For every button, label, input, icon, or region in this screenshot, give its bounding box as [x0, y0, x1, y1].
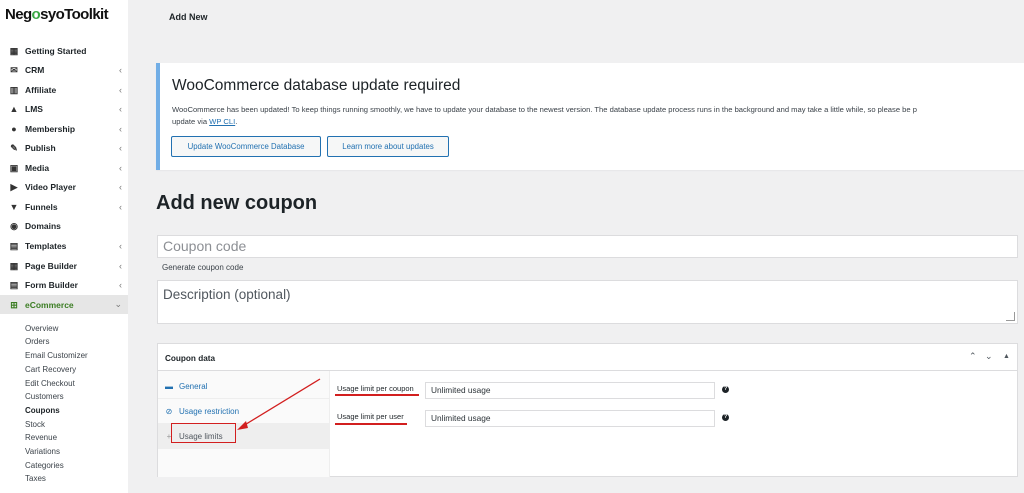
chevron-left-icon: ‹ [119, 240, 122, 251]
sidebar-item-lms[interactable]: ▲ LMS ‹ [0, 99, 128, 118]
ban-icon: ⊘ [165, 406, 173, 416]
sidebar-item-media[interactable]: ▣ Media ‹ [0, 158, 128, 177]
submenu-coupons[interactable]: Coupons [25, 406, 60, 415]
sidebar-item-funnels[interactable]: ▼ Funnels ‹ [0, 197, 128, 216]
chevron-left-icon: ‹ [119, 64, 122, 75]
sidebar-item-affiliate[interactable]: ▥ Affiliate ‹ [0, 80, 128, 99]
graduation-cap-icon: ▲ [9, 103, 19, 114]
submenu-edit-checkout[interactable]: Edit Checkout [25, 379, 75, 388]
generate-coupon-link[interactable]: Generate coupon code [162, 263, 243, 272]
chart-icon: ▥ [9, 84, 19, 95]
sidebar-item-templates[interactable]: ▤ Templates ‹ [0, 236, 128, 255]
media-icon: ▣ [9, 162, 19, 173]
chevron-left-icon: ‹ [119, 260, 122, 271]
submenu-categories[interactable]: Categories [25, 461, 64, 470]
sidebar-item-membership[interactable]: ● Membership ‹ [0, 119, 128, 138]
chevron-left-icon: ‹ [119, 84, 122, 95]
chevron-left-icon: ‹ [119, 201, 122, 212]
usage-limit-per-coupon-label: Usage limit per coupon [337, 384, 414, 393]
description-textarea[interactable]: Description (optional) [157, 280, 1018, 324]
pin-icon: ✎ [10, 142, 18, 153]
learn-more-button[interactable]: Learn more about updates [327, 136, 449, 157]
grid-icon: ▦ [9, 45, 19, 56]
topbar-title: Add New [169, 12, 208, 22]
play-icon: ▶ [10, 181, 18, 192]
sidebar-item-form-builder[interactable]: ▤ Form Builder ‹ [0, 275, 128, 294]
coupon-data-title: Coupon data [165, 354, 216, 363]
chevron-left-icon: ‹ [119, 279, 122, 290]
submenu-variations[interactable]: Variations [25, 447, 60, 456]
form-icon: ▤ [9, 279, 19, 290]
submenu-revenue[interactable]: Revenue [25, 433, 57, 442]
chevron-up-icon[interactable]: ⌃ [969, 351, 977, 362]
submenu-taxes[interactable]: Taxes [25, 474, 46, 483]
submenu-cart-recovery[interactable]: Cart Recovery [25, 365, 76, 374]
usage-limit-per-user-label: Usage limit per user [337, 412, 404, 421]
sidebar-item-crm[interactable]: ✉ CRM ‹ [0, 60, 128, 79]
chevron-left-icon: ‹ [119, 123, 122, 134]
sidebar-item-domains[interactable]: ◉ Domains [0, 216, 128, 235]
basket-icon: ⊞ [10, 299, 18, 310]
globe-icon: ◉ [10, 220, 18, 231]
layout-icon: ▦ [9, 260, 19, 271]
ticket-icon: ▬ [165, 381, 173, 391]
submenu-email-customizer[interactable]: Email Customizer [25, 351, 88, 360]
help-icon[interactable]: ? [722, 414, 729, 421]
chevron-left-icon: ‹ [119, 162, 122, 173]
chevron-left-icon: ‹ [119, 181, 122, 192]
funnel-icon: ▼ [9, 201, 19, 212]
highlight-underline [335, 423, 407, 425]
chevron-left-icon: ‹ [119, 142, 122, 153]
page-title: Add new coupon [156, 192, 318, 214]
sidebar-item-publish[interactable]: ✎ Publish ‹ [0, 138, 128, 157]
admin-sidebar: NegosyoToolkit ▦ Getting Started ✉ CRM ‹ ▥ A… [0, 0, 128, 493]
coupon-data-header: Coupon data ⌃ ⌄ ▲ [158, 344, 1017, 371]
chevron-left-icon: ‹ [119, 103, 122, 114]
highlight-underline [335, 394, 419, 396]
chevron-down-icon: ⌄ [114, 299, 122, 309]
template-icon: ▤ [9, 240, 19, 251]
submenu-overview[interactable]: Overview [25, 324, 58, 333]
submenu-stock[interactable]: Stock [25, 420, 45, 429]
usage-limit-per-coupon-input[interactable]: Unlimited usage [425, 382, 715, 399]
coupon-code-input[interactable]: Coupon code [157, 235, 1018, 258]
mail-icon: ✉ [10, 64, 18, 75]
brand-logo[interactable]: NegosyoToolkit [5, 6, 109, 23]
tab-usage-restriction[interactable]: ⊘ Usage restriction [158, 399, 330, 424]
collapse-toggle-icon[interactable]: ▲ [1003, 353, 1010, 360]
submenu-orders[interactable]: Orders [25, 337, 49, 346]
users-icon: ● [11, 123, 17, 134]
chevron-down-icon[interactable]: ⌄ [985, 351, 993, 362]
resize-handle-icon[interactable] [1006, 312, 1015, 321]
submenu-customers[interactable]: Customers [25, 392, 64, 401]
usage-limit-per-user-input[interactable]: Unlimited usage [425, 410, 715, 427]
tab-general[interactable]: ▬ General [158, 374, 330, 399]
sidebar-item-ecommerce[interactable]: ⊞ eCommerce ⌄ [0, 295, 128, 314]
notice-title: WooCommerce database update required [172, 77, 461, 94]
sidebar-item-getting-started[interactable]: ▦ Getting Started [0, 41, 128, 60]
sidebar-item-page-builder[interactable]: ▦ Page Builder ‹ [0, 256, 128, 275]
update-database-button[interactable]: Update WooCommerce Database [171, 136, 321, 157]
notice-body: WooCommerce has been updated! To keep th… [172, 105, 917, 126]
help-icon[interactable]: ? [722, 386, 729, 393]
highlight-box [171, 423, 236, 443]
wp-cli-link[interactable]: WP CLI [209, 117, 235, 126]
sidebar-item-video-player[interactable]: ▶ Video Player ‹ [0, 177, 128, 196]
